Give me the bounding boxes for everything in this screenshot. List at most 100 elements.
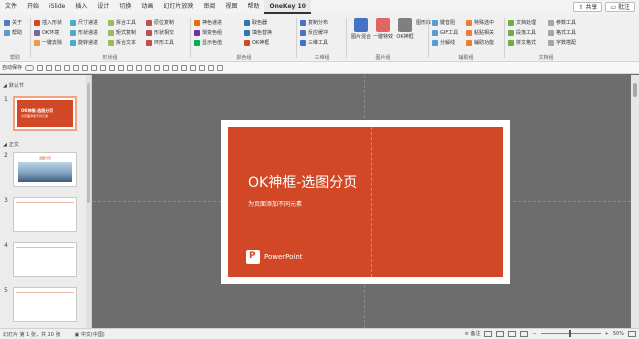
text-format-button[interactable]: 拼文格式 [508, 38, 536, 47]
start-slideshow-icon[interactable] [64, 64, 71, 71]
panel-scrollbar[interactable] [86, 75, 91, 328]
copy-distribute-button[interactable]: 复制分布 [300, 18, 328, 27]
split-text-button[interactable]: 拆合文本 [108, 38, 136, 47]
group-icon[interactable] [145, 64, 152, 71]
zoom-out-button[interactable]: − [532, 331, 536, 337]
ring-tool-button[interactable]: 环形工具 [146, 38, 174, 47]
key-sound-button[interactable]: 键音阻 [432, 18, 458, 27]
share-button[interactable]: ⇧ 共享 [573, 2, 603, 12]
slide-thumbnail-4[interactable] [13, 242, 77, 277]
shape-intersect-button[interactable]: 形状相交 [146, 28, 174, 37]
tab-design[interactable]: 设计 [92, 0, 114, 14]
matrix-copy-button[interactable]: 矩式复制 [108, 28, 136, 37]
slide-sorter-icon[interactable] [496, 330, 505, 337]
bring-front-icon[interactable] [163, 64, 170, 71]
tab-slideshow[interactable]: 幻灯片放映 [158, 0, 198, 14]
split-tool-button[interactable]: 拆合工具 [108, 18, 136, 27]
tab-insert[interactable]: 插入 [70, 0, 92, 14]
align-right-icon[interactable] [91, 64, 98, 71]
help-ribbon-button[interactable]: 帮助 [4, 28, 22, 37]
tab-view[interactable]: 视图 [220, 0, 242, 14]
image-mix-button[interactable]: 图片混合 [350, 18, 372, 40]
more-icon[interactable] [217, 64, 224, 71]
slide-thumbnail-3[interactable] [13, 197, 77, 232]
zoom-slider[interactable] [540, 330, 601, 337]
align-middle-icon[interactable] [109, 64, 116, 71]
insert-shape-button[interactable]: 插入形状 [34, 18, 62, 27]
paragraph-tool-button[interactable]: 段落工具 [508, 28, 536, 37]
assist-function-button[interactable]: 辅助功能 [466, 38, 494, 47]
align-bottom-icon[interactable] [118, 64, 125, 71]
one-key-effect-button[interactable]: 一键特效 [372, 18, 394, 40]
section-body[interactable]: ◢ 正文 [3, 141, 19, 149]
ok-frame-color-button[interactable]: OK神框 [244, 38, 272, 47]
save-icon[interactable] [37, 64, 44, 71]
normal-view-icon[interactable] [484, 330, 493, 337]
tab-transitions[interactable]: 切换 [114, 0, 136, 14]
slide-background[interactable]: OK神框-选图分页 为页面添加不同元素 P PowerPoint [228, 127, 503, 277]
panel-scroll-thumb[interactable] [87, 83, 90, 203]
comment-button[interactable]: ▭ 批注 [605, 2, 635, 12]
ok-frame-button[interactable]: OK神框 [394, 18, 416, 40]
shape-fill-icon[interactable] [181, 64, 188, 71]
rotate-step-button[interactable]: 旋转递进 [70, 38, 98, 47]
tab-islide[interactable]: iSlide [44, 0, 70, 14]
gif-tool-button[interactable]: GIF工具 [432, 28, 458, 37]
format-painter-icon[interactable] [208, 64, 215, 71]
param-tool-button[interactable]: 参数工具 [548, 18, 576, 27]
align-top-icon[interactable] [100, 64, 107, 71]
about-button[interactable]: 关于 [4, 18, 22, 27]
slide-title[interactable]: OK神框-选图分页 [248, 172, 357, 192]
gradient-button[interactable]: 渐变色组 [194, 28, 222, 37]
color-step-button[interactable]: 神色递进 [194, 18, 222, 27]
ok-env-button[interactable]: OK环境 [34, 28, 62, 37]
shape-step-button[interactable]: 形状递进 [70, 28, 98, 37]
slide-thumbnail-2[interactable]: 选图分页 [13, 152, 77, 187]
tab-onekey[interactable]: OneKey 10 [264, 0, 311, 14]
tab-review[interactable]: 审阅 [198, 0, 220, 14]
threed-tool-button[interactable]: 三维工具 [300, 38, 328, 47]
notes-button[interactable]: ≡ 备注 [465, 330, 481, 337]
align-left-icon[interactable] [73, 64, 80, 71]
one-key-remove-button[interactable]: 一键去除 [34, 38, 62, 47]
tab-help[interactable]: 帮助 [242, 0, 264, 14]
slideshow-view-icon[interactable] [520, 330, 529, 337]
tab-home[interactable]: 开始 [22, 0, 44, 14]
fill-replace-button[interactable]: 填色替换 [244, 28, 272, 37]
fit-to-window-icon[interactable] [628, 330, 636, 337]
show-color-button[interactable]: 显示色值 [194, 38, 222, 47]
redo-icon[interactable] [55, 64, 62, 71]
distribute-h-icon[interactable] [127, 64, 134, 71]
canvas-scroll-thumb[interactable] [633, 83, 637, 97]
tab-file[interactable]: 文件 [0, 0, 22, 14]
tab-animations[interactable]: 动画 [136, 0, 158, 14]
send-back-icon[interactable] [172, 64, 179, 71]
zoom-slider-knob[interactable] [568, 330, 571, 337]
autosave-toggle[interactable] [25, 64, 35, 71]
align-center-icon[interactable] [82, 64, 89, 71]
slide-subtitle[interactable]: 为页面添加不同元素 [248, 199, 302, 208]
buffer-button[interactable]: 反应缓冲 [300, 28, 328, 37]
split-line-button[interactable]: 分解线 [432, 38, 458, 47]
eyedropper-button[interactable]: 取色器 [244, 18, 272, 27]
size-step-button[interactable]: 尺寸递进 [70, 18, 98, 27]
doc-process-button[interactable]: 文档处理 [508, 18, 536, 27]
current-slide[interactable]: OK神框-选图分页 为页面添加不同元素 P PowerPoint [221, 120, 510, 284]
shape-outline-icon[interactable] [190, 64, 197, 71]
crop-icon[interactable] [199, 64, 206, 71]
distribute-v-icon[interactable] [136, 64, 143, 71]
zoom-in-button[interactable]: + [605, 331, 609, 337]
paste-related-button[interactable]: 粘贴相关 [466, 28, 494, 37]
slide-thumbnail-1[interactable]: OK神框-选图分页 为页面添加不同元素 [13, 96, 77, 131]
language-status[interactable]: ▣ 中文(中国) [61, 331, 105, 338]
section-default[interactable]: ◢ 默认节 [3, 82, 24, 90]
undo-icon[interactable] [46, 64, 53, 71]
ungroup-icon[interactable] [154, 64, 161, 71]
format-tool-button[interactable]: 格式工具 [548, 28, 576, 37]
special-select-button[interactable]: 特殊选中 [466, 18, 494, 27]
zoom-level[interactable]: 50% [613, 331, 624, 337]
slide-thumbnail-5[interactable] [13, 287, 77, 322]
canvas-scrollbar[interactable] [631, 75, 639, 328]
inplace-copy-button[interactable]: 原位复制 [146, 18, 174, 27]
word-count-button[interactable]: 字数搭配 [548, 38, 576, 47]
